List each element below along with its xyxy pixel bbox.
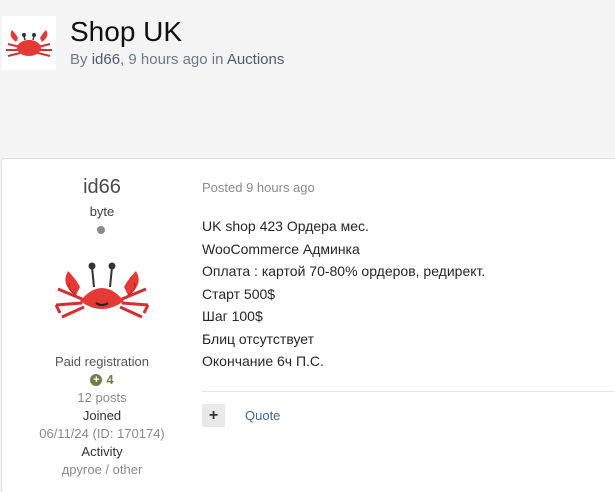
post-content-line: Оплата : картой 70-80% ордеров, редирект… [202,263,486,279]
post-actions-divider [202,391,615,392]
author-avatar-small[interactable] [2,16,56,70]
byline-forum-link[interactable]: Auctions [227,51,285,68]
post-content-line: WooCommerce Админка [202,240,360,257]
post-content-line: Старт 500$ [202,285,276,302]
author-post-count: 12 posts [77,390,127,405]
post-content-line: Блиц отсутствует [202,330,315,347]
author-joined-value: 06/11/24 (ID: 170174) [39,426,165,441]
author-avatar[interactable] [52,259,152,335]
author-joined-label: Joined [82,408,122,423]
byline-in-label: in [211,51,224,68]
byline-separator: , [120,51,125,68]
multiquote-button[interactable]: + [202,404,225,427]
author-paid-registration-badge: Paid registration [55,354,149,369]
post-content: UK shop 423 Ордера мес. WooCommerce Адми… [202,215,612,373]
byline-author-link[interactable]: id66 [92,51,120,68]
byline-by-label: By [70,51,88,68]
quote-button[interactable]: Quote [245,408,280,424]
author-reputation[interactable]: + 4 [2,372,202,388]
plus-circle-icon: + [90,374,103,386]
author-group: byte [89,204,115,219]
author-name-link[interactable]: id66 [2,175,202,199]
post-content-line: Окончание 6ч П.С. [202,353,324,369]
author-activity-value: другое / other [61,462,143,477]
crab-avatar-icon [54,262,150,319]
author-activity-label: Activity [81,444,123,459]
topic-byline: By id66, 9 hours ago in Auctions [70,51,284,69]
topic-title: Shop UK [70,16,183,47]
topic-header: Shop UK By id66, 9 hours ago in Auctions [0,0,615,158]
crab-avatar-icon [2,16,56,70]
post-panel: id66 byte Paid registration + 4 12 posts… [1,158,615,492]
byline-time: 9 hours ago [128,51,208,68]
reputation-value: 4 [106,372,114,387]
post-content-line: UK shop 423 Ордера мес. [202,218,369,234]
post-content-line: Шаг 100$ [202,308,263,324]
post-author-panel: id66 byte Paid registration + 4 12 posts… [2,159,202,492]
post-timestamp: Posted 9 hours ago [202,180,315,195]
offline-status-indicator [97,226,105,234]
